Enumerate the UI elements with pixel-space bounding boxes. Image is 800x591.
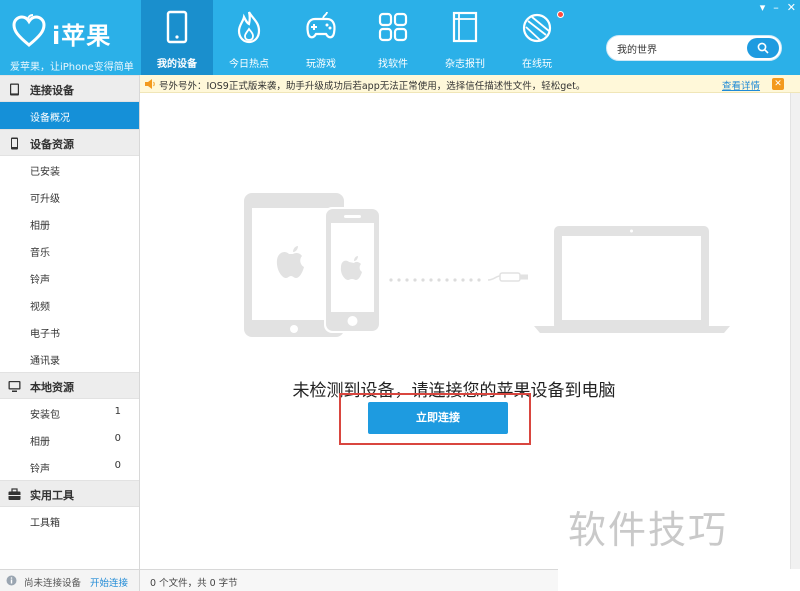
sidebar-item-label: 设备概况 [30, 113, 70, 124]
item-count: 0 [114, 433, 121, 444]
sidebar-item-photos[interactable]: 相册 [0, 210, 139, 237]
sidebar-section-local-resources: 本地资源 [0, 372, 139, 399]
menu-button[interactable]: ▾ [760, 2, 766, 13]
sidebar-item-local-ringtones[interactable]: 铃声 0 [0, 453, 139, 480]
main-content: 未检测到设备，请连接您的苹果设备到电脑 立即连接 [140, 93, 790, 569]
file-status-bar: 0 个文件，共 0 字节 [140, 569, 558, 591]
sidebar-item-ringtones[interactable]: 铃声 [0, 264, 139, 291]
notice-close-button[interactable]: ✕ [772, 78, 784, 90]
sidebar-item-label: 电子书 [30, 329, 60, 340]
sidebar-item-label: 工具箱 [30, 518, 60, 529]
apps-grid-icon [378, 12, 408, 42]
nav-label: 今日热点 [229, 59, 269, 70]
sidebar-item-label: 铃声 [30, 464, 50, 475]
search-input[interactable] [617, 40, 747, 56]
sidebar-item-ebooks[interactable]: 电子书 [0, 318, 139, 345]
nav-my-device[interactable]: 我的设备 [141, 0, 213, 75]
status-text: 尚未连接设备 [24, 578, 82, 589]
sidebar-item-installed[interactable]: 已安装 [0, 156, 139, 183]
logo-text: i苹果 [52, 22, 112, 50]
logo-slogan: 爱苹果，让iPhone变得简单 [10, 62, 134, 73]
sidebar-item-music[interactable]: 音乐 [0, 237, 139, 264]
nav-label: 在线玩 [522, 59, 552, 70]
sidebar-item-label: 视频 [30, 302, 50, 313]
connect-now-button[interactable]: 立即连接 [368, 402, 508, 434]
nav-games[interactable]: 玩游戏 [285, 0, 357, 75]
sidebar-item-contacts[interactable]: 通讯录 [0, 345, 139, 372]
toolbox-icon [8, 488, 21, 500]
heart-logo-icon [12, 14, 46, 47]
notice-details-link[interactable]: 查看详情 [722, 78, 760, 92]
minimize-button[interactable]: – [773, 2, 779, 13]
nav-label: 杂志报刊 [445, 59, 485, 70]
sidebar: 连接设备 设备概况 设备资源 已安装 可升级 相册 音乐 铃声 视频 电子书 通… [0, 75, 140, 591]
nav-find-apps[interactable]: 找软件 [357, 0, 429, 75]
sidebar-item-device-overview[interactable]: 设备概况 [0, 102, 139, 129]
watermark-text: 软件技巧 [568, 508, 729, 552]
sidebar-section-connect: 连接设备 [0, 75, 139, 102]
notice-bar: 号外号外：IOS9正式版来袭，助手升级成功后若app无法正常使用，选择信任描述性… [140, 75, 800, 93]
top-bar: i苹果 爱苹果，让iPhone变得简单 我的设备 今日热点 玩游戏 找软件 杂志… [0, 0, 800, 75]
monitor-icon [8, 381, 21, 392]
sidebar-item-label: 相册 [30, 437, 50, 448]
flame-icon [237, 11, 261, 44]
tablet-icon [10, 83, 19, 96]
notice-text: 号外号外：IOS9正式版来袭，助手升级成功后若app无法正常使用，选择信任描述性… [159, 81, 586, 92]
nav-label: 玩游戏 [306, 59, 336, 70]
search-box [606, 35, 782, 61]
sidebar-item-label: 可升级 [30, 194, 60, 205]
gamepad-icon [306, 11, 336, 39]
sidebar-item-install-packages[interactable]: 安装包 1 [0, 399, 139, 426]
nav-label: 找软件 [378, 59, 408, 70]
sidebar-section-title: 连接设备 [30, 84, 74, 97]
nav-today-hot[interactable]: 今日热点 [213, 0, 285, 75]
main-scrollbar[interactable] [790, 93, 800, 569]
sidebar-item-local-photos[interactable]: 相册 0 [0, 426, 139, 453]
nav-online-play[interactable]: 在线玩 [501, 0, 573, 75]
item-count: 1 [114, 406, 121, 417]
sidebar-item-upgradable[interactable]: 可升级 [0, 183, 139, 210]
main-nav: 我的设备 今日热点 玩游戏 找软件 杂志报刊 在线玩 [141, 0, 573, 75]
search-icon [757, 42, 769, 54]
file-count-text: 0 个文件，共 0 字节 [150, 578, 238, 589]
device-connect-illustration [244, 193, 730, 337]
start-connect-link[interactable]: 开始连接 [90, 575, 128, 589]
sidebar-item-label: 铃声 [30, 275, 50, 286]
sidebar-item-label: 通讯录 [30, 356, 60, 367]
item-count: 0 [114, 460, 121, 471]
usb-cable-icon [487, 272, 528, 282]
connection-status: 尚未连接设备 开始连接 [0, 569, 140, 591]
iphone-icon [324, 207, 381, 333]
sidebar-section-device-resources: 设备资源 [0, 129, 139, 156]
sidebar-item-label: 安装包 [30, 410, 60, 421]
window-controls: ▾ – ✕ [760, 2, 796, 13]
app-logo: i苹果 爱苹果，让iPhone变得简单 [8, 8, 138, 73]
sidebar-item-label: 相册 [30, 221, 50, 232]
sidebar-item-toolbox[interactable]: 工具箱 [0, 507, 139, 534]
sidebar-section-tools: 实用工具 [0, 480, 139, 507]
nav-magazines[interactable]: 杂志报刊 [429, 0, 501, 75]
magazine-icon [452, 11, 478, 43]
info-icon [6, 575, 17, 586]
online-play-icon [522, 13, 552, 43]
device-icon [166, 10, 188, 44]
speaker-icon [145, 79, 155, 89]
sidebar-item-label: 已安装 [30, 167, 60, 178]
sidebar-section-title: 设备资源 [30, 138, 74, 151]
sidebar-item-label: 音乐 [30, 248, 50, 259]
phone-icon [11, 137, 18, 150]
close-button[interactable]: ✕ [787, 2, 796, 13]
sidebar-item-videos[interactable]: 视频 [0, 291, 139, 318]
nav-label: 我的设备 [157, 59, 197, 70]
sidebar-section-title: 本地资源 [30, 381, 74, 394]
search-button[interactable] [747, 38, 779, 58]
laptop-icon [534, 226, 730, 333]
sidebar-section-title: 实用工具 [30, 489, 74, 502]
connection-dots [389, 278, 481, 282]
notification-badge [557, 11, 564, 18]
